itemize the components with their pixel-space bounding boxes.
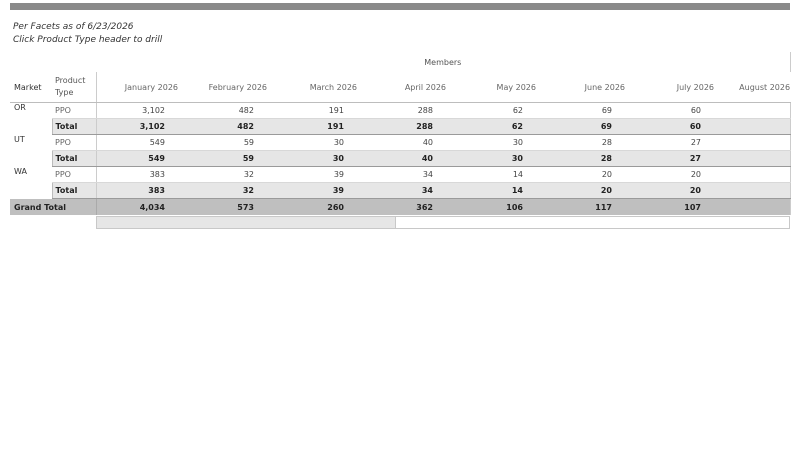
- table-row: WA PPO 383 32 39 34 14 20 20: [10, 166, 791, 183]
- table-row: OR PPO 3,102 482 191 288 62 69 60: [10, 102, 791, 119]
- month-header: February 2026: [186, 72, 275, 103]
- value-cell: 34: [365, 166, 454, 183]
- value-cell: 3,102: [95, 102, 186, 119]
- product-type-cell: PPO: [52, 166, 96, 183]
- value-cell: [722, 166, 791, 183]
- value-cell: [722, 134, 791, 151]
- data-as-of-caption: Per Facets as of 6/23/2026: [13, 22, 134, 32]
- value-cell: 32: [186, 166, 275, 183]
- subtotal-cell: 288: [365, 118, 454, 135]
- subtotal-label: Total: [51, 118, 96, 135]
- value-cell: 60: [633, 102, 722, 119]
- subtotal-cell: 40: [365, 150, 454, 167]
- month-header: March 2026: [275, 72, 365, 103]
- subtotal-cell: 30: [275, 150, 365, 167]
- scrollbar-thumb[interactable]: [97, 217, 396, 228]
- grand-total-cell: 106: [454, 198, 544, 215]
- grand-total-cell: 260: [275, 198, 365, 215]
- top-accent-bar: [10, 3, 790, 10]
- subtotal-cell: 383: [95, 182, 186, 199]
- value-cell: 27: [633, 134, 722, 151]
- grand-total-label: Grand Total: [10, 198, 96, 215]
- market-cell: WA: [14, 166, 27, 176]
- subtotal-row: Total 383 32 39 34 14 20 20: [10, 182, 791, 199]
- subtotal-cell: 3,102: [95, 118, 186, 135]
- drill-instruction-caption: Click Product Type header to drill: [13, 35, 163, 45]
- subtotal-cell: 14: [454, 182, 544, 199]
- pivot-table: Members Market Product Type January 2026…: [10, 52, 791, 215]
- grand-total-cell: 362: [365, 198, 454, 215]
- value-cell: 549: [95, 134, 186, 151]
- subtotal-cell: 20: [544, 182, 633, 199]
- value-cell: 20: [633, 166, 722, 183]
- subtotal-cell: 39: [275, 182, 365, 199]
- value-cell: 40: [365, 134, 454, 151]
- subtotal-cell: 69: [544, 118, 633, 135]
- subtotal-label: Total: [51, 182, 96, 199]
- subtotal-cell: 60: [633, 118, 722, 135]
- horizontal-scrollbar[interactable]: [96, 216, 790, 229]
- subtotal-cell: 30: [454, 150, 544, 167]
- subtotal-cell: 34: [365, 182, 454, 199]
- subtotal-cell: 549: [95, 150, 186, 167]
- subtotal-cell: [722, 182, 791, 199]
- subtotal-cell: [722, 118, 791, 135]
- value-cell: 383: [95, 166, 186, 183]
- subtotal-cell: 59: [186, 150, 275, 167]
- grand-total-cell: 117: [544, 198, 633, 215]
- value-cell: 69: [544, 102, 633, 119]
- grand-total-cell: 573: [186, 198, 275, 215]
- subtotal-cell: 28: [544, 150, 633, 167]
- subtotal-row: Total 549 59 30 40 30 28 27: [10, 150, 791, 167]
- grand-total-cell: 4,034: [95, 198, 186, 215]
- value-cell: 39: [275, 166, 365, 183]
- subtotal-row: Total 3,102 482 191 288 62 69 60: [10, 118, 791, 135]
- subtotal-cell: 20: [633, 182, 722, 199]
- month-header: May 2026: [454, 72, 544, 103]
- value-cell: [722, 102, 791, 119]
- value-cell: 30: [275, 134, 365, 151]
- value-cell: 59: [186, 134, 275, 151]
- subtotal-cell: 191: [275, 118, 365, 135]
- market-header: Market: [10, 72, 52, 103]
- market-cell: OR: [14, 103, 26, 112]
- grand-total-row: Grand Total 4,034 573 260 362 106 117 107: [10, 198, 791, 215]
- product-type-header[interactable]: Product Type: [52, 72, 96, 103]
- subtotal-cell: 27: [633, 150, 722, 167]
- value-cell: 14: [454, 166, 544, 183]
- month-header: April 2026: [365, 72, 454, 103]
- measure-header: Members: [96, 52, 791, 72]
- value-cell: 191: [275, 102, 365, 119]
- month-header: January 2026: [95, 72, 186, 103]
- subtotal-cell: 482: [186, 118, 275, 135]
- subtotal-label: Total: [51, 150, 96, 167]
- month-header: August 2026: [722, 72, 791, 103]
- value-cell: 482: [186, 102, 275, 119]
- value-cell: 62: [454, 102, 544, 119]
- subtotal-cell: 32: [186, 182, 275, 199]
- grand-total-cell: [722, 198, 791, 215]
- subtotal-cell: [722, 150, 791, 167]
- value-cell: 28: [544, 134, 633, 151]
- product-type-cell: PPO: [52, 102, 96, 119]
- grand-total-cell: 107: [633, 198, 722, 215]
- table-row: UT PPO 549 59 30 40 30 28 27: [10, 134, 791, 151]
- month-header: June 2026: [544, 72, 633, 103]
- market-cell: UT: [14, 134, 25, 144]
- subtotal-cell: 62: [454, 118, 544, 135]
- value-cell: 30: [454, 134, 544, 151]
- value-cell: 20: [544, 166, 633, 183]
- product-type-cell: PPO: [52, 134, 96, 151]
- month-header: July 2026: [633, 72, 722, 103]
- value-cell: 288: [365, 102, 454, 119]
